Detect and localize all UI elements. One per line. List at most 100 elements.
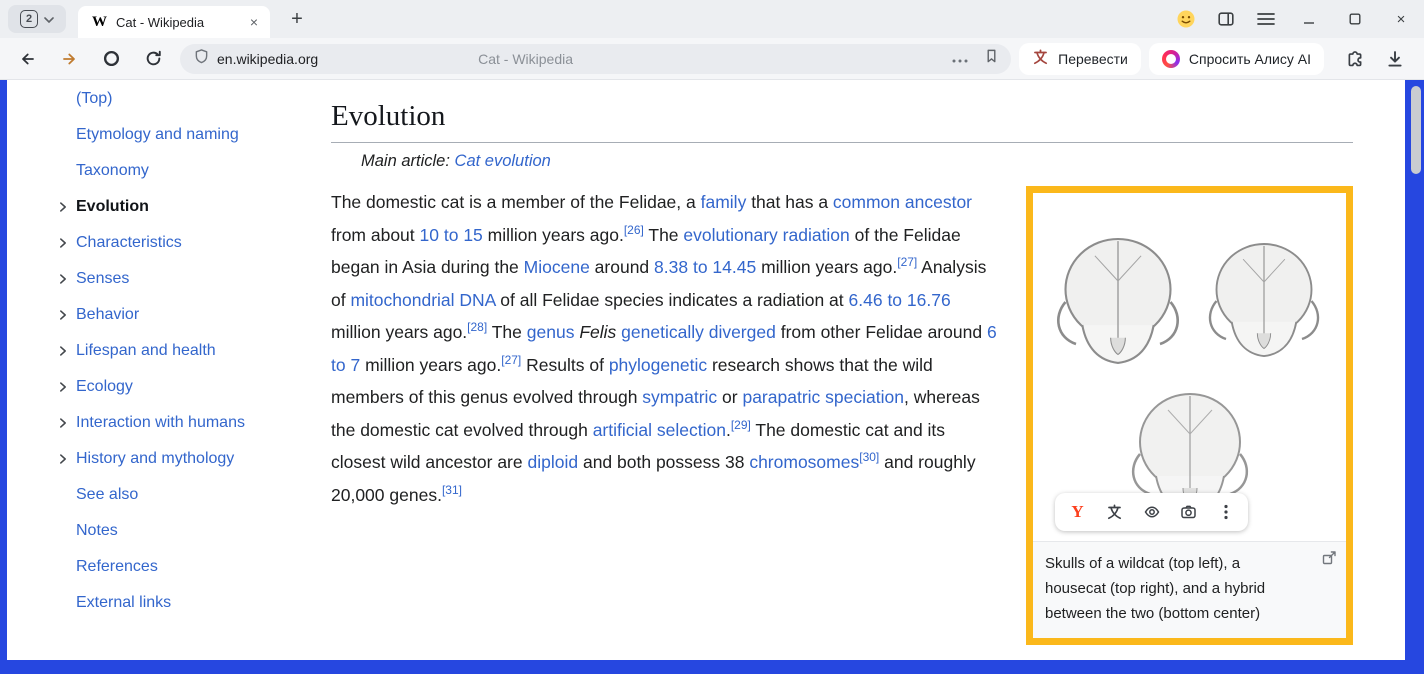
chevron-right-icon[interactable] [56,308,70,322]
window-close-button[interactable]: × [1378,0,1424,38]
article-link[interactable]: phylogenetic [609,355,707,375]
browser-toolbar: en.wikipedia.org Cat - Wikipedia Перевес… [0,38,1424,80]
sidebar-item-references[interactable]: References [7,549,317,585]
article-link[interactable]: 6.46 to 16.76 [849,290,951,310]
sidebar-item-notes[interactable]: Notes [7,513,317,549]
menu-hamburger-icon[interactable] [1246,0,1286,38]
sidebar-item-external-links[interactable]: External links [7,585,317,621]
tab-counter-button[interactable]: 2 [8,5,66,33]
tab-close-icon[interactable]: × [248,14,260,30]
sidebar-item-label: Notes [76,522,118,540]
sidebar-item-top[interactable]: (Top) [7,81,317,117]
address-more-icon[interactable] [952,50,968,68]
chevron-right-icon[interactable] [56,380,70,394]
scrollbar-thumb[interactable] [1411,86,1421,174]
image-expand-icon[interactable] [1321,549,1337,574]
article-text: that has a [746,192,833,212]
article-link[interactable]: mitochondrial DNA [350,290,495,310]
chevron-right-icon[interactable] [56,200,70,214]
side-panel-icon[interactable] [1206,0,1246,38]
article-link[interactable]: 10 to 15 [420,225,483,245]
wikipedia-page: (Top)Etymology and namingTaxonomyEvoluti… [7,80,1405,660]
profile-emoji-icon[interactable] [1166,0,1206,38]
address-domain: en.wikipedia.org [217,51,318,67]
chevron-right-icon[interactable] [56,236,70,250]
bookmark-flag-icon[interactable] [984,48,999,69]
yandex-search-icon[interactable]: Y [1059,493,1096,531]
sidebar-item-etymology-and-naming[interactable]: Etymology and naming [7,117,317,153]
chevron-right-icon[interactable] [56,416,70,430]
hatnote-prefix: Main article: [361,152,455,170]
alice-logo-icon [1162,50,1180,68]
hatnote-link[interactable]: Cat evolution [455,152,551,170]
article-figure: Y [1026,186,1353,645]
article-link[interactable]: family [701,192,747,212]
sidebar-item-evolution[interactable]: Evolution [7,189,317,225]
article-link[interactable]: genetically diverged [621,322,776,342]
article-link[interactable]: genus [527,322,575,342]
window-minimize-button[interactable] [1286,0,1332,38]
article-link[interactable]: parapatric [742,387,820,407]
article-link[interactable]: Miocene [524,257,590,277]
article-text: The domestic cat is a member of the Feli… [331,192,701,212]
sidebar-item-characteristics[interactable]: Characteristics [7,225,317,261]
address-bar[interactable]: en.wikipedia.org Cat - Wikipedia [180,44,1011,74]
article-text: from about [331,225,420,245]
ask-alice-button[interactable]: Спросить Алису AI [1149,43,1324,75]
chevron-right-icon[interactable] [56,452,70,466]
citation-link[interactable]: [28] [467,320,487,334]
article-link[interactable]: common ancestor [833,192,972,212]
article-main: Evolution Main article: Cat evolution Th… [331,80,1405,645]
sidebar-item-see-also[interactable]: See also [7,477,317,513]
yandex-browser-icon[interactable] [96,42,126,76]
image-translate-icon[interactable] [1096,493,1133,531]
article-text: The [644,225,684,245]
cat-skulls-illustration [1040,202,1340,532]
citation-link[interactable]: [31] [442,483,462,497]
chevron-right-icon[interactable] [56,272,70,286]
translate-button[interactable]: Перевести [1019,43,1141,75]
tab-count-badge: 2 [20,10,38,28]
sidebar-item-label: Characteristics [76,234,182,252]
sidebar-item-interaction-with-humans[interactable]: Interaction with humans [7,405,317,441]
sidebar-item-behavior[interactable]: Behavior [7,297,317,333]
citation-link[interactable]: [27] [897,255,917,269]
article-link[interactable]: sympatric [642,387,717,407]
sidebar-item-ecology[interactable]: Ecology [7,369,317,405]
downloads-icon[interactable] [1378,42,1412,76]
article-link[interactable]: 8.38 to 14.45 [654,257,756,277]
citation-link[interactable]: [27] [501,353,521,367]
browser-tab[interactable]: W Cat - Wikipedia × [78,6,270,38]
image-search-camera-icon[interactable] [1170,493,1207,531]
sidebar-item-label: (Top) [76,90,112,108]
image-overlay-toolbar: Y [1055,493,1248,531]
back-button[interactable] [12,42,42,76]
forward-button[interactable] [54,42,84,76]
chevron-right-icon[interactable] [56,344,70,358]
new-tab-button[interactable]: + [284,6,310,32]
sidebar-item-history-and-mythology[interactable]: History and mythology [7,441,317,477]
article-thumbnail-image[interactable]: Y [1033,193,1346,541]
window-maximize-button[interactable] [1332,0,1378,38]
figure-caption-text: Skulls of a wildcat (top left), a housec… [1045,555,1265,622]
article-link[interactable]: diploid [527,452,578,472]
sidebar-item-lifespan-and-health[interactable]: Lifespan and health [7,333,317,369]
refresh-button[interactable] [138,42,168,76]
citation: [30] [859,450,879,464]
citation-link[interactable]: [30] [859,450,879,464]
article-link[interactable]: evolutionary radiation [683,225,849,245]
italic-text: Felis [579,322,616,342]
extensions-puzzle-icon[interactable] [1338,42,1372,76]
eye-icon[interactable] [1133,493,1170,531]
more-vertical-icon[interactable] [1207,493,1244,531]
sidebar-item-label: See also [76,486,138,504]
article-link[interactable]: artificial selection [593,420,726,440]
sidebar-item-label: Senses [76,270,129,288]
citation-link[interactable]: [26] [624,223,644,237]
article-link[interactable]: chromosomes [749,452,859,472]
article-link[interactable]: speciation [825,387,904,407]
citation-link[interactable]: [29] [731,418,751,432]
sidebar-item-taxonomy[interactable]: Taxonomy [7,153,317,189]
sidebar-item-senses[interactable]: Senses [7,261,317,297]
article-text: around [590,257,654,277]
